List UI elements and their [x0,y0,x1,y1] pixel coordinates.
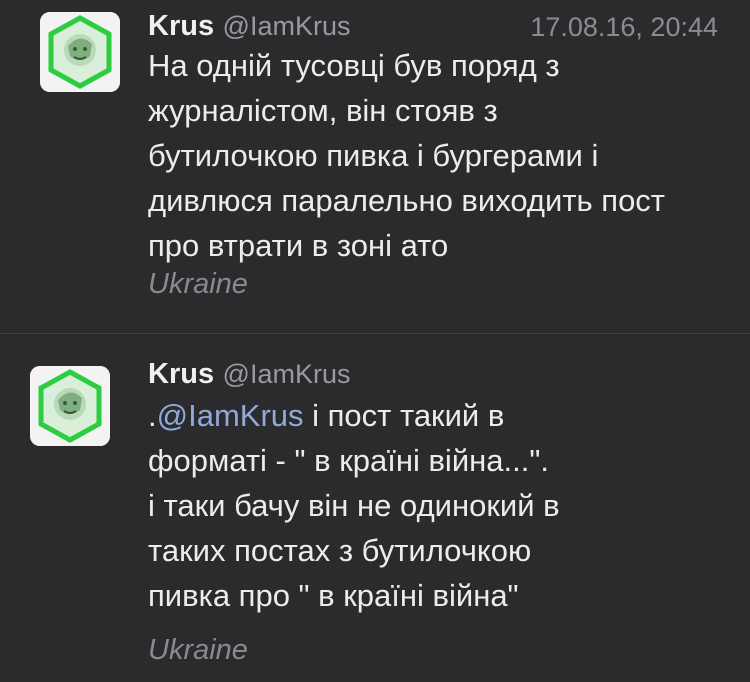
avatar[interactable] [30,366,110,446]
mention-link[interactable]: @IamKrus [157,398,304,433]
tweet-text-segment: і пост такий в [303,398,505,433]
tweet-text-line: дивлюся паралельно виходить пост [148,183,666,218]
tweet-text-line: таких постах з бутилочкою [148,533,532,568]
tweet-header: Krus @IamKrus [148,358,350,391]
avatar-image [30,366,110,446]
avatar-image [40,12,120,92]
author-name[interactable]: Krus [148,10,214,42]
tweet-text-line: .@IamKrus і пост такий в [148,393,728,438]
tweet-text-line: журналістом, він стояв з [148,93,498,128]
tweet-text-line: На одній тусовці був поряд з [148,48,560,83]
avatar[interactable] [40,12,120,92]
author-name[interactable]: Krus [148,358,214,390]
tweet-header: Krus @IamKrus [148,10,350,43]
tweet-text-line: бутилочкою пивка і бургерами і [148,138,599,173]
tweet-text: .@IamKrus і пост такий в форматі - " в к… [148,393,728,618]
tweet-item[interactable]: Krus @IamKrus 17.08.16, 20:44 На одній т… [0,0,750,333]
author-handle[interactable]: @IamKrus [223,11,351,41]
tweet-timestamp: 17.08.16, 20:44 [530,12,718,42]
tweet-location[interactable]: Ukraine [148,268,248,301]
author-handle[interactable]: @IamKrus [223,359,351,389]
tweet-text-line: і таки бачу він не одинокий в [148,488,560,523]
tweet-text-line: про втрати в зоні ато [148,228,449,263]
tweet-text-line: пивка про " в країні війна" [148,578,519,613]
tweet-location[interactable]: Ukraine [148,634,248,667]
tweet-text: На одній тусовці був поряд з журналістом… [148,43,728,268]
tweet-text-line: форматі - " в країні війна...". [148,443,549,478]
mention-prefix: . [148,398,157,433]
